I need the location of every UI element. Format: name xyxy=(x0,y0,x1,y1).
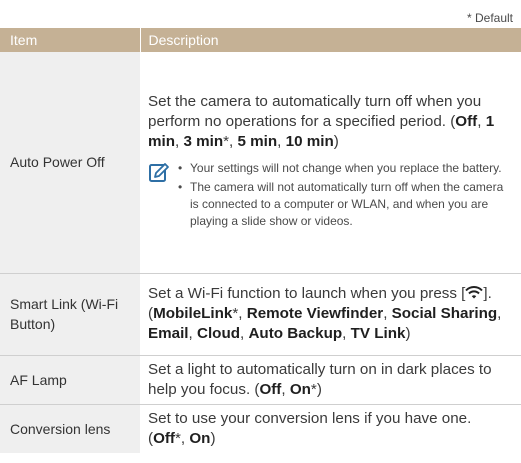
description-fragment: ) xyxy=(333,133,339,151)
option-value: On xyxy=(189,429,211,447)
default-note: * Default xyxy=(466,11,513,25)
description-fragment: ) xyxy=(210,429,216,447)
table-row: Smart Link (Wi-Fi Button) Set a Wi-Fi fu… xyxy=(0,273,521,356)
table-row: Auto Power Off Set the camera to automat… xyxy=(0,52,521,274)
description-fragment: , xyxy=(277,133,286,151)
description-fragment: , xyxy=(281,380,290,398)
description-fragment: *, xyxy=(232,305,247,322)
option-value: 10 min xyxy=(285,133,334,151)
description-cell: Set a light to automatically turn on in … xyxy=(140,355,521,405)
description-fragment: , xyxy=(497,305,502,322)
note-item: Your settings will not change when you r… xyxy=(178,160,509,177)
header-item: Item xyxy=(0,28,140,52)
table-row: Conversion lens Set to use your conversi… xyxy=(0,404,521,453)
note-list: Your settings will not change when you r… xyxy=(178,160,509,232)
note-item: The camera will not automatically turn o… xyxy=(178,179,509,230)
description-fragment: Set the camera to automatically turn off… xyxy=(148,93,482,131)
item-cell: Conversion lens xyxy=(0,404,140,453)
option-value: Off xyxy=(153,429,175,447)
description-fragment: *, xyxy=(175,429,190,447)
description-text: Set a light to automatically turn on in … xyxy=(148,360,509,400)
table-row: AF Lamp Set a light to automatically tur… xyxy=(0,355,521,405)
option-value: Off xyxy=(455,113,478,131)
option-value: On xyxy=(289,380,311,398)
note-icon xyxy=(148,160,178,232)
option-value: MobileLink xyxy=(153,305,233,322)
option-value: TV Link xyxy=(350,325,406,342)
description-fragment: ) xyxy=(405,325,411,342)
description-fragment: , xyxy=(383,305,392,322)
option-value: Email xyxy=(148,325,189,342)
item-cell: AF Lamp xyxy=(0,355,140,405)
description-text: Set the camera to automatically turn off… xyxy=(148,92,509,152)
option-value: Cloud xyxy=(196,325,241,342)
wifi-icon xyxy=(465,285,484,302)
description-fragment: *, xyxy=(223,133,238,151)
description-cell: Set a Wi-Fi function to launch when you … xyxy=(140,273,521,356)
note-box: Your settings will not change when you r… xyxy=(148,160,509,232)
description-fragment: , xyxy=(342,325,351,342)
description-fragment: *) xyxy=(310,380,322,398)
description-text-pre: Set a Wi-Fi function to launch when you … xyxy=(148,285,466,302)
option-value: 3 min xyxy=(183,133,224,151)
description-fragment: , xyxy=(477,113,486,131)
option-value: 5 min xyxy=(237,133,278,151)
option-value: Off xyxy=(259,380,282,398)
item-cell: Smart Link (Wi-Fi Button) xyxy=(0,273,140,356)
option-value: Auto Backup xyxy=(248,325,343,342)
description-cell: Set the camera to automatically turn off… xyxy=(140,52,521,274)
option-value: Social Sharing xyxy=(391,305,498,322)
settings-table: Item Description Auto Power Off Set the … xyxy=(0,28,521,453)
item-cell: Auto Power Off xyxy=(0,52,140,274)
description-text: Set to use your conversion lens if you h… xyxy=(148,409,509,449)
table-header-row: Item Description xyxy=(0,28,521,52)
description-fragment: , xyxy=(188,325,197,342)
option-value: Remote Viewfinder xyxy=(246,305,384,322)
header-description: Description xyxy=(139,28,521,52)
description-cell: Set to use your conversion lens if you h… xyxy=(140,404,521,453)
